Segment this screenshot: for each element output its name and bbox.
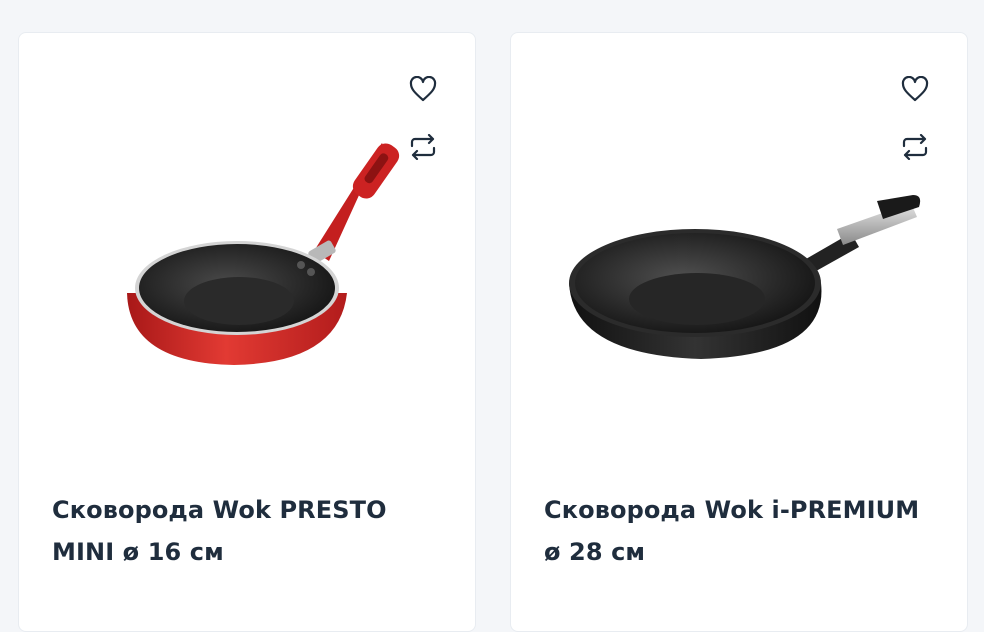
product-card[interactable]: Сковорода Wok PRESTO MINI ø 16 см (18, 32, 476, 632)
product-title[interactable]: Сковорода Wok PRESTO MINI ø 16 см (52, 489, 452, 573)
product-card[interactable]: Сковорода Wok i-PREMIUM ø 28 см (510, 32, 968, 632)
add-to-favorites-button[interactable] (899, 73, 931, 105)
black-wok-pan-image[interactable] (551, 123, 931, 383)
red-wok-pan-image[interactable] (59, 123, 439, 383)
heart-icon (901, 76, 929, 102)
product-title[interactable]: Сковорода Wok i-PREMIUM ø 28 см (544, 489, 944, 573)
heart-icon (409, 76, 437, 102)
add-to-favorites-button[interactable] (407, 73, 439, 105)
